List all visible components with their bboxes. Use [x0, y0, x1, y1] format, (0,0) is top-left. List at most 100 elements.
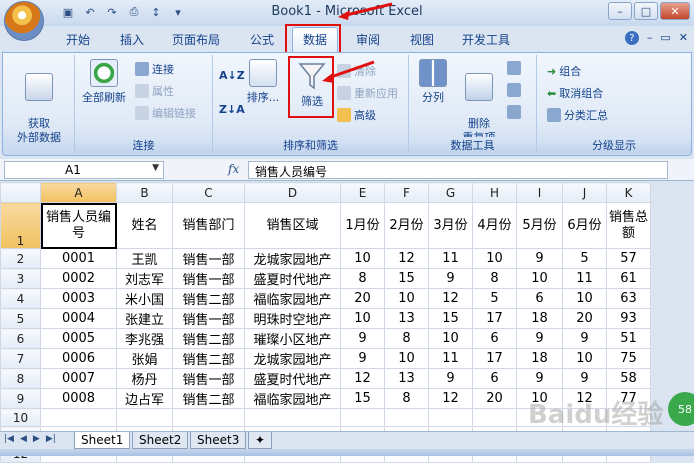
ribbon-minimize-icon[interactable]: – — [647, 31, 653, 45]
cell[interactable]: 10 — [384, 288, 429, 309]
cell[interactable]: 11 — [562, 268, 607, 289]
cell[interactable]: 10 — [384, 348, 429, 369]
cell[interactable] — [428, 408, 473, 427]
cell[interactable]: 明珠时空地产 — [244, 308, 341, 329]
cell[interactable]: 5 — [562, 248, 607, 269]
cell[interactable]: 75 — [606, 348, 651, 369]
cell[interactable]: 9 — [516, 328, 563, 349]
cell[interactable]: 10 — [562, 288, 607, 309]
cell[interactable]: 0007 — [40, 368, 117, 389]
cell[interactable]: 福临家园地产 — [244, 388, 341, 409]
remove-duplicates-button[interactable]: 删除 重复项 — [457, 59, 501, 145]
prev-sheet-icon[interactable]: ◀ — [20, 434, 27, 444]
cell[interactable]: 0001 — [40, 248, 117, 269]
row-header[interactable]: 8 — [0, 368, 41, 389]
cell[interactable]: 15 — [340, 388, 385, 409]
column-header[interactable]: B — [116, 182, 173, 203]
cell[interactable]: 福临家园地产 — [244, 288, 341, 309]
cell[interactable]: 9 — [562, 328, 607, 349]
row-header[interactable]: 4 — [0, 288, 41, 309]
cell[interactable]: 8 — [384, 388, 429, 409]
cell[interactable]: 8 — [472, 268, 517, 289]
first-sheet-icon[interactable]: |◀ — [4, 434, 14, 444]
data-validation-button[interactable] — [507, 61, 521, 75]
cell[interactable]: 销售一部 — [172, 268, 245, 289]
cell[interactable]: 5 — [472, 288, 517, 309]
cell[interactable]: 17 — [472, 348, 517, 369]
sort-button[interactable]: 排序... — [243, 59, 283, 105]
row-header[interactable]: 2 — [0, 248, 41, 269]
cell[interactable]: 1月份 — [340, 202, 385, 249]
sort-descending-button[interactable]: Z↓A — [219, 103, 245, 116]
cell[interactable]: 王凯 — [116, 248, 173, 269]
cell[interactable] — [116, 408, 173, 427]
column-header[interactable]: D — [244, 182, 341, 203]
cell[interactable] — [172, 408, 245, 427]
close-button[interactable]: ✕ — [660, 2, 690, 20]
cell[interactable]: 5月份 — [516, 202, 563, 249]
cell[interactable]: 刘志军 — [116, 268, 173, 289]
cell[interactable]: 销售总额 — [606, 202, 651, 249]
next-sheet-icon[interactable]: ▶ — [33, 434, 40, 444]
cell[interactable]: 10 — [516, 268, 563, 289]
tab-home[interactable]: 开始 — [66, 31, 90, 48]
cell[interactable]: 17 — [472, 308, 517, 329]
cell[interactable]: 0005 — [40, 328, 117, 349]
cell[interactable]: 10 — [562, 348, 607, 369]
cell[interactable]: 20 — [562, 308, 607, 329]
cell[interactable]: 销售部门 — [172, 202, 245, 249]
cell[interactable]: 57 — [606, 248, 651, 269]
tab-insert[interactable]: 插入 — [120, 31, 144, 48]
cell[interactable]: 10 — [340, 248, 385, 269]
tab-page-layout[interactable]: 页面布局 — [172, 31, 220, 48]
minimize-button[interactable]: – — [608, 2, 632, 20]
column-header[interactable]: G — [428, 182, 473, 203]
cell[interactable]: 9 — [340, 328, 385, 349]
column-header[interactable]: J — [562, 182, 607, 203]
properties-button[interactable]: 属性 — [135, 83, 174, 99]
cell[interactable] — [244, 408, 341, 427]
cell[interactable]: 0004 — [40, 308, 117, 329]
cell[interactable]: 销售二部 — [172, 288, 245, 309]
cell[interactable]: 11 — [428, 348, 473, 369]
cell[interactable]: 20 — [340, 288, 385, 309]
connections-button[interactable]: 连接 — [135, 61, 174, 77]
help-icon[interactable]: ? — [624, 31, 639, 45]
cell[interactable]: 9 — [428, 268, 473, 289]
last-sheet-icon[interactable]: ▶| — [46, 434, 56, 444]
cell[interactable] — [472, 408, 517, 427]
cell[interactable]: 9 — [516, 368, 563, 389]
cell[interactable]: 11 — [428, 248, 473, 269]
row-header[interactable]: 9 — [0, 388, 41, 409]
cell[interactable]: 4月份 — [472, 202, 517, 249]
cell[interactable]: 12 — [428, 288, 473, 309]
column-header[interactable]: K — [606, 182, 651, 203]
cell[interactable]: 0006 — [40, 348, 117, 369]
get-external-data-button[interactable]: 获取 外部数据 — [9, 59, 69, 145]
row-header[interactable]: 6 — [0, 328, 41, 349]
cell[interactable]: 销售一部 — [172, 368, 245, 389]
row-header[interactable]: 3 — [0, 268, 41, 289]
cell[interactable]: 18 — [516, 348, 563, 369]
what-if-button[interactable] — [507, 105, 521, 119]
sheet-tab[interactable]: Sheet1 — [74, 432, 131, 449]
cell[interactable]: 盛夏时代地产 — [244, 368, 341, 389]
maximize-button[interactable]: □ — [634, 2, 658, 20]
cell[interactable]: 8 — [384, 328, 429, 349]
cell[interactable]: 13 — [384, 308, 429, 329]
cell[interactable]: 9 — [516, 248, 563, 269]
cell[interactable]: 9 — [340, 348, 385, 369]
cell[interactable]: 边占军 — [116, 388, 173, 409]
cell[interactable]: 销售二部 — [172, 348, 245, 369]
cell[interactable]: 10 — [340, 308, 385, 329]
cell[interactable]: 9 — [562, 368, 607, 389]
sort-ascending-button[interactable]: A↓Z — [219, 69, 245, 82]
tab-review[interactable]: 审阅 — [356, 31, 380, 48]
cell[interactable]: 15 — [384, 268, 429, 289]
cell[interactable]: 2月份 — [384, 202, 429, 249]
cell[interactable]: 龙城家园地产 — [244, 248, 341, 269]
sheet-tab[interactable]: Sheet3 — [190, 432, 247, 449]
cell[interactable]: 璀璨小区地产 — [244, 328, 341, 349]
row-header[interactable]: 10 — [0, 408, 41, 427]
chevron-down-icon[interactable]: ▼ — [152, 163, 159, 173]
